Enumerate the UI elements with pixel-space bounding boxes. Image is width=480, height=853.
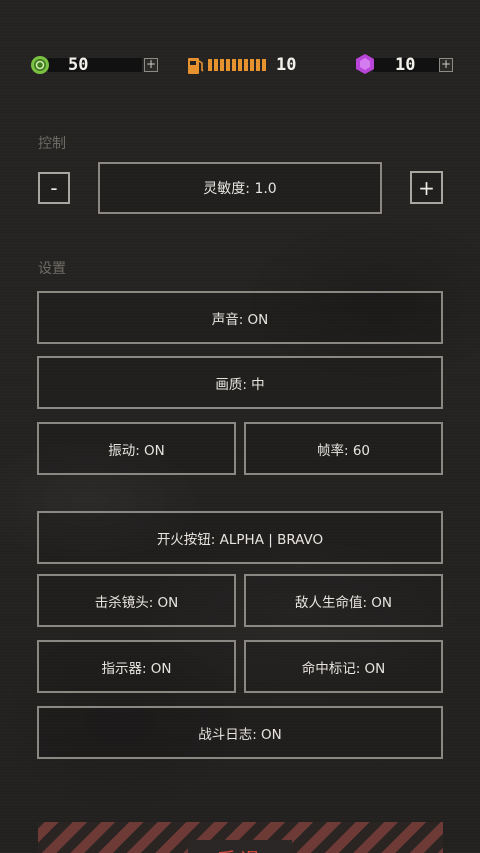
coins-track: [48, 58, 142, 72]
fuel-segment: [208, 59, 212, 71]
fuel-segment: [250, 59, 254, 71]
coins-value: 50: [68, 55, 89, 75]
fuel-segment: [220, 59, 224, 71]
vibration-toggle-button[interactable]: 振动: ON: [37, 422, 236, 475]
fuel-segment: [256, 59, 260, 71]
add-gems-button[interactable]: +: [439, 58, 453, 72]
combat-log-toggle-button[interactable]: 战斗日志: ON: [37, 706, 443, 759]
sensitivity-display[interactable]: 灵敏度: 1.0: [98, 162, 382, 214]
sensitivity-increase-button[interactable]: +: [410, 171, 443, 204]
fuel-segment: [238, 59, 242, 71]
retreat-button-label[interactable]: 后退: [188, 840, 292, 853]
fuel-can-icon: [186, 55, 206, 75]
settings-screen: 50 + 10 10 + 控制 - 灵敏度: 1.0 + 设置 声音: ON 画: [0, 0, 480, 853]
fuel-value: 10: [276, 55, 297, 75]
framerate-button[interactable]: 帧率: 60: [244, 422, 443, 475]
hit-marker-toggle-button[interactable]: 命中标记: ON: [244, 640, 443, 693]
enemy-health-toggle-button[interactable]: 敌人生命值: ON: [244, 574, 443, 627]
fuel-segment: [244, 59, 248, 71]
fire-button-layout-button[interactable]: 开火按钮: ALPHA | BRAVO: [37, 511, 443, 564]
fuel-segment: [214, 59, 218, 71]
fuel-segment: [226, 59, 230, 71]
fuel-segment: [232, 59, 236, 71]
controls-section-label: 控制: [38, 136, 66, 152]
settings-section-label: 设置: [38, 261, 66, 277]
fuel-level-bar: [208, 59, 266, 71]
add-coins-button[interactable]: +: [144, 58, 158, 72]
retreat-banner[interactable]: 后退: [38, 822, 443, 853]
fuel-segment: [262, 59, 266, 71]
indicator-toggle-button[interactable]: 指示器: ON: [37, 640, 236, 693]
gems-value: 10: [395, 55, 416, 75]
quality-button[interactable]: 画质: 中: [37, 356, 443, 409]
sensitivity-decrease-button[interactable]: -: [38, 172, 70, 204]
coin-icon: [30, 55, 50, 75]
kill-cam-toggle-button[interactable]: 击杀镜头: ON: [37, 574, 236, 627]
gem-icon: [355, 54, 375, 74]
sound-toggle-button[interactable]: 声音: ON: [37, 291, 443, 344]
